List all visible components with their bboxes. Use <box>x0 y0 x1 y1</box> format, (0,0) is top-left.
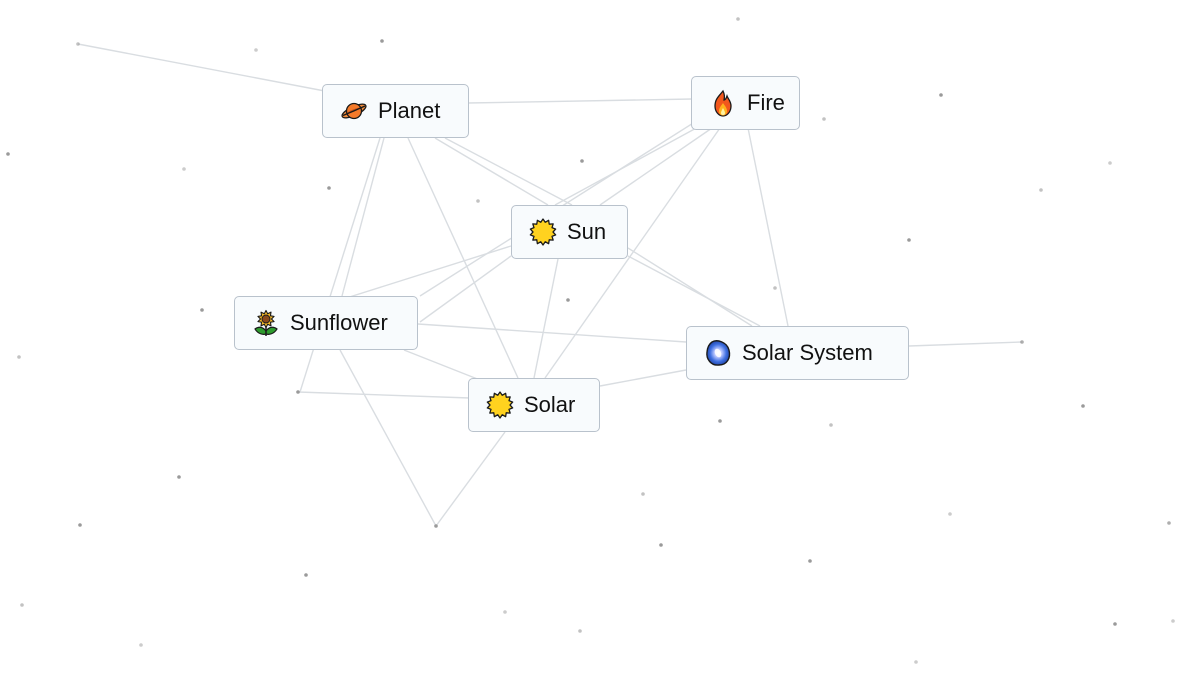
background-dot <box>808 559 812 563</box>
sun-icon <box>528 217 558 247</box>
background-dot <box>1108 161 1112 165</box>
background-dot <box>1039 188 1043 192</box>
background-dot <box>641 492 645 496</box>
connection-line <box>599 369 687 387</box>
background-dot <box>1167 521 1171 525</box>
connection-line <box>419 255 512 323</box>
background-dot <box>1171 619 1175 623</box>
background-dot <box>1113 622 1117 626</box>
background-dot <box>578 629 582 633</box>
element-label: Sun <box>567 219 607 244</box>
galaxy-icon <box>703 338 733 368</box>
element-label: Sunflower <box>290 310 388 335</box>
background-dot <box>76 42 80 46</box>
background-dot <box>580 159 584 163</box>
background-dot <box>17 355 21 359</box>
connection-line <box>599 127 713 206</box>
connection-line <box>554 125 701 206</box>
element-node-solar-system[interactable]: Solar System <box>686 326 909 380</box>
background-dot <box>907 238 911 242</box>
background-dot <box>476 199 480 203</box>
element-node-solar[interactable]: Solar <box>468 378 600 432</box>
background-dot <box>773 286 777 290</box>
background-dot <box>434 524 438 528</box>
background-dot <box>503 610 507 614</box>
sunflower-icon <box>251 308 281 338</box>
connection-line <box>403 349 481 381</box>
connection-line <box>299 137 381 393</box>
background-dot <box>139 643 143 647</box>
element-node-planet[interactable]: Planet <box>322 84 469 138</box>
connection-line <box>533 258 559 379</box>
background-dot <box>736 17 740 21</box>
sun-icon <box>485 390 515 420</box>
background-dot <box>78 523 82 527</box>
background-dot <box>659 543 663 547</box>
background-dot <box>20 603 24 607</box>
connection-layer <box>6 17 1175 664</box>
background-dot <box>327 186 331 190</box>
connection-line <box>417 323 687 343</box>
background-dot <box>304 573 308 577</box>
background-dot <box>829 423 833 427</box>
connection-line <box>434 137 549 206</box>
background-dot <box>1081 404 1085 408</box>
connection-line <box>444 137 573 206</box>
connection-line <box>908 341 1023 347</box>
element-label: Solar System <box>742 340 873 365</box>
connection-line <box>467 98 693 104</box>
connection-line <box>747 127 789 327</box>
background-dot <box>566 298 570 302</box>
background-dot <box>948 512 952 516</box>
craft-canvas[interactable]: Planet Fire Sun Sunflower Solar System S… <box>0 0 1200 675</box>
element-label: Solar <box>524 392 576 417</box>
background-dot <box>1020 340 1024 344</box>
connection-line <box>435 431 506 527</box>
element-node-fire[interactable]: Fire <box>691 76 800 130</box>
background-dot <box>200 308 204 312</box>
connection-line <box>339 349 437 527</box>
background-dot <box>6 152 10 156</box>
background-dot <box>177 475 181 479</box>
background-dot <box>939 93 943 97</box>
fire-icon <box>708 88 738 118</box>
background-dot <box>182 167 186 171</box>
connection-line <box>627 247 753 327</box>
ringed-planet-icon <box>339 96 369 126</box>
background-dot <box>914 660 918 664</box>
element-node-sun[interactable]: Sun <box>511 205 628 259</box>
element-node-sunflower[interactable]: Sunflower <box>234 296 418 350</box>
background-dot <box>822 117 826 121</box>
element-label: Fire <box>747 90 785 115</box>
background-dot <box>718 419 722 423</box>
background-dot <box>380 39 384 43</box>
connection-line <box>627 255 761 327</box>
background-dot <box>254 48 258 52</box>
connection-line <box>77 43 331 93</box>
connection-line <box>341 137 385 297</box>
background-dot <box>296 390 300 394</box>
element-label: Planet <box>378 98 441 123</box>
connection-line <box>407 137 519 379</box>
connection-line <box>297 391 471 399</box>
